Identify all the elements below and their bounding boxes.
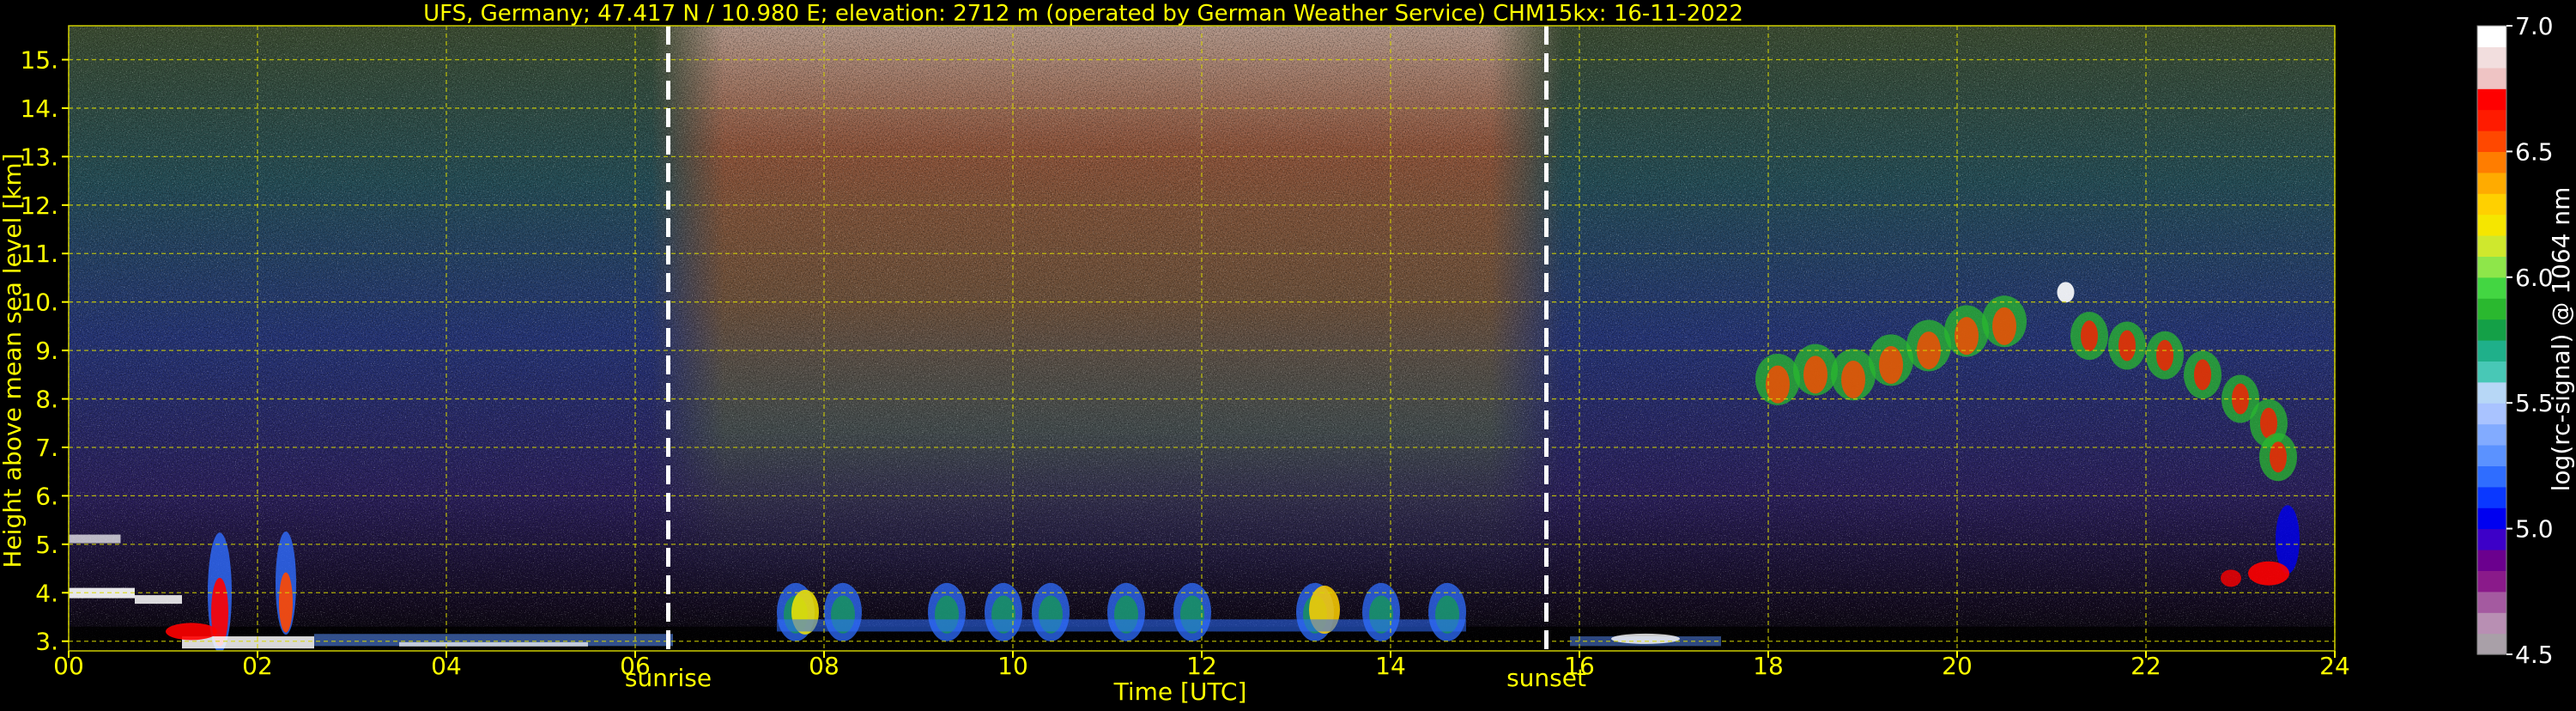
x-tick-label: 06 — [620, 652, 651, 680]
y-tick-label: 5. — [35, 531, 58, 559]
colorbar-segment — [2477, 131, 2506, 152]
mid-cloud-layer — [69, 534, 121, 544]
colorbar-segment — [2477, 319, 2506, 341]
colorbar-segment — [2477, 507, 2506, 530]
colorbar-segment — [2477, 570, 2506, 592]
colorbar-segment — [2477, 465, 2506, 488]
y-tick-label: 6. — [35, 482, 58, 510]
x-tick-label: 10 — [997, 652, 1028, 680]
lower-cloud — [2221, 569, 2241, 587]
x-tick-label: 24 — [2319, 652, 2350, 680]
y-axis-label: Height above mean sea level [km] — [0, 153, 27, 568]
boundary-layer-base — [777, 619, 1466, 632]
chart-title: UFS, Germany; 47.417 N / 10.980 E; eleva… — [423, 1, 1743, 27]
colorbar-segment — [2477, 235, 2506, 257]
x-tick-label: 12 — [1186, 652, 1217, 680]
colorbar-segment — [2477, 151, 2506, 173]
colorbar-segment — [2477, 550, 2506, 571]
colorbar-segment — [2477, 172, 2506, 194]
colorbar-segment — [2477, 361, 2506, 383]
colorbar-segment — [2477, 193, 2506, 216]
cirrus-cloud-top — [2057, 282, 2075, 303]
colorbar-segment — [2477, 486, 2506, 508]
x-tick-label: 16 — [1564, 652, 1595, 680]
colorbar-segment — [2477, 445, 2506, 466]
y-tick-label: 3. — [35, 628, 58, 656]
colorbar-label: log(rc-signal) @ 1064 nm — [2547, 187, 2575, 492]
colorbar-tick-label: 4.5 — [2515, 641, 2554, 669]
x-tick-label: 22 — [2131, 652, 2161, 680]
colorbar-segment — [2477, 403, 2506, 425]
colorbar-segment — [2477, 423, 2506, 446]
cirrus-cloud-core — [1992, 307, 2016, 345]
y-tick-label: 15. — [20, 46, 58, 75]
y-tick-label: 14. — [20, 94, 58, 123]
colorbar-segment — [2477, 591, 2506, 613]
y-tick-label: 4. — [35, 579, 58, 607]
colorbar-segment — [2477, 528, 2506, 550]
colorbar: 4.55.05.56.06.57.0 — [2476, 12, 2554, 669]
x-tick-label: 20 — [1942, 652, 1973, 680]
colorbar-segment — [2477, 298, 2506, 320]
x-axis-label: Time [UTC] — [1113, 678, 1247, 706]
colorbar-segment — [2477, 46, 2506, 69]
y-tick-label: 7. — [35, 434, 58, 462]
x-tick-label: 02 — [242, 652, 273, 680]
colorbar-segment — [2477, 256, 2506, 278]
descending-cloud-core — [2081, 320, 2098, 352]
y-tick-label: 8. — [35, 386, 58, 414]
y-tick-label: 9. — [35, 337, 58, 365]
lower-cloud — [2248, 561, 2289, 586]
x-tick-label: 08 — [809, 652, 839, 680]
colorbar-segment — [2477, 381, 2506, 404]
colorbar-segment — [2477, 109, 2506, 131]
colorbar-tick-label: 5.0 — [2515, 515, 2554, 544]
colorbar-segment — [2477, 612, 2506, 635]
cirrus-cloud-core — [1879, 346, 1903, 385]
x-tick-label: 14 — [1375, 652, 1406, 680]
colorbar-segment — [2477, 214, 2506, 236]
colorbar-segment — [2477, 276, 2506, 299]
colorbar-tick-label: 6.5 — [2515, 137, 2554, 166]
low-cloud-layer — [135, 595, 182, 605]
evening-surface-return — [1611, 633, 1680, 644]
colorbar-segment — [2477, 340, 2506, 362]
cloud-column-core — [279, 572, 293, 633]
colorbar-segment — [2477, 67, 2506, 89]
descending-cloud-core — [2270, 441, 2287, 473]
cirrus-cloud-core — [1841, 360, 1865, 398]
x-tick-label: 00 — [53, 652, 84, 680]
colorbar-segment — [2477, 26, 2506, 47]
surface-cloud-core — [166, 623, 217, 641]
backscatter-heatmap-chart: sunrise sunset 00 02 04 06 08 10 12 14 16 18 20 22 24… — [0, 1, 2575, 706]
ceilometer-figure: sunrise sunset 00 02 04 06 08 10 12 14 16 18 20 22 24… — [0, 0, 2576, 708]
cirrus-cloud-core — [1766, 365, 1790, 404]
descending-cloud-core — [2194, 359, 2211, 391]
x-tick-label: 18 — [1753, 652, 1784, 680]
colorbar-segment — [2477, 633, 2506, 655]
descending-cloud-core — [2118, 330, 2136, 362]
descending-cloud-core — [2156, 339, 2173, 371]
cirrus-cloud-core — [1803, 356, 1827, 394]
colorbar-tick-label: 7.0 — [2515, 12, 2554, 40]
cloud-column-core — [211, 577, 228, 647]
cirrus-cloud-core — [1955, 317, 1979, 356]
colorbar-segment — [2477, 88, 2506, 111]
cirrus-cloud-core — [1917, 331, 1941, 370]
x-tick-label: 04 — [431, 652, 462, 680]
surface-return — [399, 641, 588, 647]
